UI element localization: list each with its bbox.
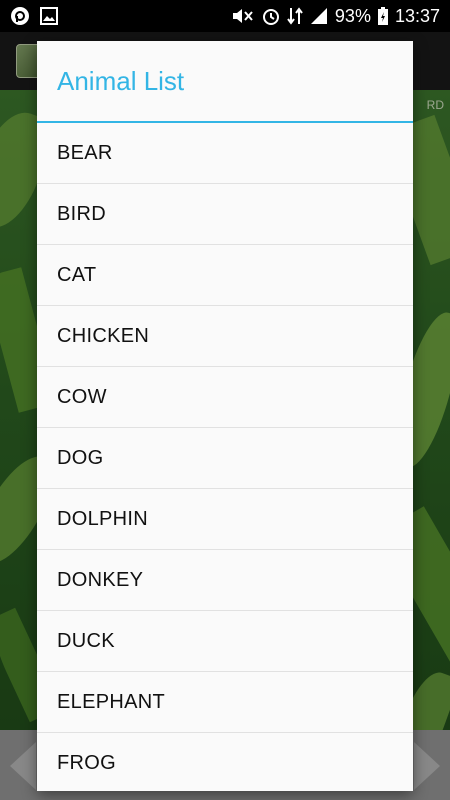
list-item-dog[interactable]: DOG bbox=[37, 428, 413, 489]
list-item-donkey[interactable]: DONKEY bbox=[37, 550, 413, 611]
battery-charging-icon bbox=[377, 6, 389, 26]
battery-percent: 93% bbox=[334, 5, 371, 26]
alarm-icon bbox=[261, 6, 281, 26]
animal-list: BEAR BIRD CAT CHICKEN COW DOG DOLPHIN DO… bbox=[37, 123, 413, 791]
list-item-frog[interactable]: FROG bbox=[37, 733, 413, 791]
list-item-dolphin[interactable]: DOLPHIN bbox=[37, 489, 413, 550]
dialog-title: Animal List bbox=[57, 65, 185, 96]
list-item-cat[interactable]: CAT bbox=[37, 245, 413, 306]
data-transfer-icon bbox=[287, 6, 303, 26]
app-notification-icon bbox=[10, 6, 30, 26]
list-item-bear[interactable]: BEAR bbox=[37, 123, 413, 184]
mute-icon bbox=[231, 7, 255, 25]
clock: 13:37 bbox=[394, 5, 440, 26]
list-item-elephant[interactable]: ELEPHANT bbox=[37, 672, 413, 733]
signal-icon bbox=[309, 7, 329, 25]
list-item-cow[interactable]: COW bbox=[37, 367, 413, 428]
animal-list-dialog: Animal List BEAR BIRD CAT CHICKEN COW DO… bbox=[37, 41, 413, 791]
list-item-chicken[interactable]: CHICKEN bbox=[37, 306, 413, 367]
list-item-duck[interactable]: DUCK bbox=[37, 611, 413, 672]
status-bar: 93% 13:37 bbox=[0, 0, 450, 32]
gallery-icon bbox=[40, 7, 58, 25]
list-item-bird[interactable]: BIRD bbox=[37, 184, 413, 245]
